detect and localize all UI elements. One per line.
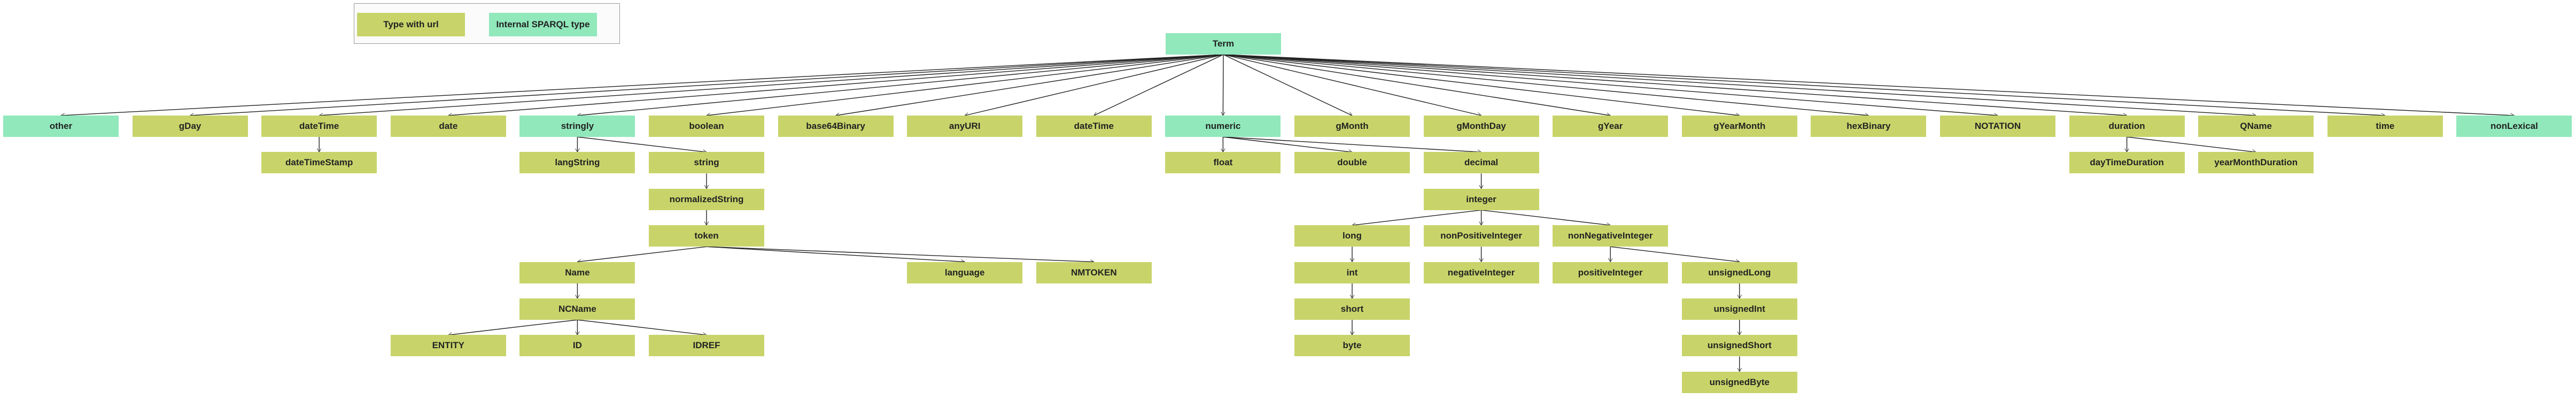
type-node-int: int <box>1294 262 1410 283</box>
edge-to-nmtoken <box>706 246 1094 262</box>
edge-to-non-negative-integer <box>1481 210 1611 225</box>
edge-to-g-month-day <box>1223 54 1481 116</box>
type-node-stringly: stringly <box>519 116 635 137</box>
edge-to-g-year-month <box>1223 54 1740 116</box>
type-node-language: language <box>907 262 1023 283</box>
type-node-date-time-stamp: dateTimeStamp <box>261 152 377 174</box>
edge-to-g-month <box>1223 54 1352 116</box>
edge-to-long <box>1352 210 1481 225</box>
edge-to-year-month-duration <box>2127 136 2256 152</box>
type-node-id: ID <box>519 335 635 357</box>
type-node-hex-binary: hexBinary <box>1811 116 1927 137</box>
type-node-long: long <box>1294 225 1410 247</box>
type-node-short: short <box>1294 298 1410 320</box>
type-node-negative-integer: negativeInteger <box>1423 262 1539 283</box>
type-node-positive-integer: positiveInteger <box>1553 262 1669 283</box>
type-node-g-day: gDay <box>132 116 248 137</box>
type-node-non-lexical: nonLexical <box>2456 116 2572 137</box>
type-node-entity: ENTITY <box>390 335 506 357</box>
edge-to-name <box>577 246 707 262</box>
type-node-date: date <box>390 116 506 137</box>
type-node-idref: IDREF <box>649 335 764 357</box>
type-node-nmtoken: NMTOKEN <box>1036 262 1152 283</box>
type-node-g-month-day: gMonthDay <box>1423 116 1539 137</box>
type-node-year-month-duration: yearMonthDuration <box>2198 152 2314 174</box>
type-node-unsigned-long: unsignedLong <box>1681 262 1797 283</box>
type-node-duration: duration <box>2069 116 2185 137</box>
type-node-byte: byte <box>1294 335 1410 357</box>
type-node-any-uri: anyURI <box>907 116 1023 137</box>
edge-to-language <box>706 246 965 262</box>
edge-to-string <box>577 136 707 152</box>
type-node-string: string <box>649 152 764 174</box>
edge-to-double <box>1223 136 1352 152</box>
edge-to-date <box>448 54 1224 116</box>
type-node-ncname: NCName <box>519 298 635 320</box>
type-node-lang-string: langString <box>519 152 635 174</box>
type-node-day-time-duration: dayTimeDuration <box>2069 152 2185 174</box>
type-node-base64-binary: base64Binary <box>778 116 894 137</box>
type-node-non-negative-integer: nonNegativeInteger <box>1553 225 1669 247</box>
edge-to-decimal <box>1223 136 1481 152</box>
edge-layer <box>0 54 2576 399</box>
edge-to-hex-binary <box>1223 54 1868 116</box>
edge-to-unsigned-long <box>1610 246 1740 262</box>
edge-to-g-day <box>190 54 1224 116</box>
edge-to-base64-binary <box>836 54 1224 116</box>
type-node-numeric: numeric <box>1165 116 1281 137</box>
edge-to-entity <box>448 319 578 335</box>
type-node-g-month: gMonth <box>1294 116 1410 137</box>
type-node-name: Name <box>519 262 635 283</box>
type-node-g-year-month: gYearMonth <box>1681 116 1797 137</box>
type-node-unsigned-byte: unsignedByte <box>1681 371 1797 393</box>
type-node-qname: QName <box>2198 116 2314 137</box>
type-node-integer: integer <box>1423 188 1539 210</box>
edge-to-date-time <box>1094 54 1224 116</box>
type-node-decimal: decimal <box>1423 152 1539 174</box>
edge-to-qname <box>1223 54 2256 116</box>
type-node-other: other <box>3 116 119 137</box>
edge-to-date-time <box>319 54 1224 116</box>
type-node-date-time: dateTime <box>261 116 377 137</box>
type-node-term: Term <box>1166 33 1281 55</box>
type-node-time: time <box>2327 116 2443 137</box>
type-node-non-positive-integer: nonPositiveInteger <box>1423 225 1539 247</box>
edge-to-notation <box>1223 54 1998 116</box>
edge-to-boolean <box>707 54 1224 116</box>
type-node-boolean: boolean <box>649 116 764 137</box>
edge-to-stringly <box>577 54 1224 116</box>
type-node-unsigned-int: unsignedInt <box>1681 298 1797 320</box>
type-node-double: double <box>1294 152 1410 174</box>
edge-to-idref <box>577 319 707 335</box>
type-node-notation: NOTATION <box>1940 116 2055 137</box>
type-node-unsigned-short: unsignedShort <box>1681 335 1797 357</box>
type-node-date-time: dateTime <box>1036 116 1152 137</box>
edge-to-duration <box>1223 54 2127 116</box>
edge-to-other <box>61 54 1224 116</box>
edge-to-any-uri <box>965 54 1224 116</box>
type-node-g-year: gYear <box>1553 116 1669 137</box>
type-node-token: token <box>649 225 764 247</box>
edge-to-time <box>1223 54 2385 116</box>
type-node-normalized-string: normalizedString <box>649 188 764 210</box>
type-node-float: float <box>1165 152 1281 174</box>
